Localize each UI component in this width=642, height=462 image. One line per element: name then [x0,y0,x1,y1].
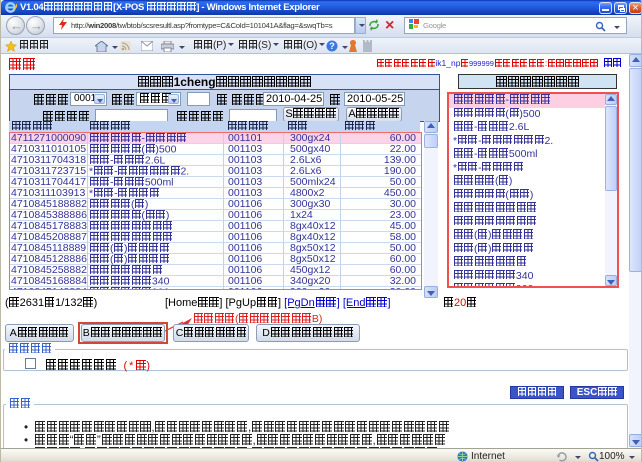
svg-text:?: ? [329,41,335,51]
